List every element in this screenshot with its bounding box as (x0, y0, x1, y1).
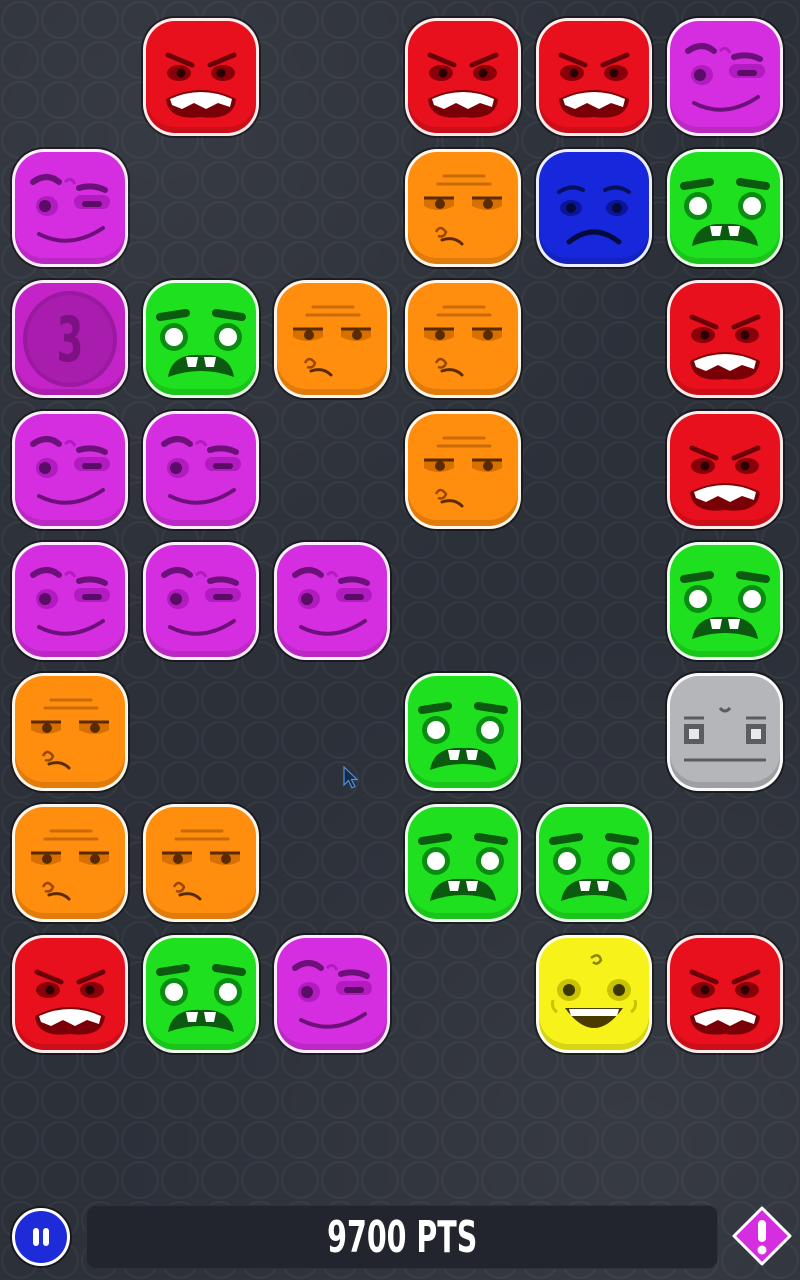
block-purple[interactable] (667, 18, 783, 136)
sad-face-icon (557, 185, 631, 245)
block-orange[interactable] (12, 673, 128, 791)
smirk-face-icon (30, 174, 110, 243)
bored-face-icon (424, 174, 502, 246)
scared-face-icon (680, 571, 770, 639)
bored-face-icon (162, 829, 240, 901)
scared-face-icon (418, 833, 508, 901)
block-green[interactable] (143, 280, 259, 398)
bored-face-icon (424, 305, 502, 377)
block-purple[interactable] (143, 411, 259, 529)
angry-face-icon (689, 314, 761, 380)
smirk-face-icon (161, 436, 241, 505)
scared-face-icon (680, 178, 770, 246)
angry-face-icon (165, 52, 237, 118)
bomb-countdown: 3 (56, 302, 84, 376)
scared-face-icon (418, 702, 508, 770)
block-green[interactable] (667, 149, 783, 267)
bored-face-icon (31, 829, 109, 901)
bored-face-icon (293, 305, 371, 377)
block-green[interactable] (143, 935, 259, 1053)
scared-face-icon (156, 309, 246, 377)
angry-face-icon (689, 969, 761, 1035)
block-purple[interactable] (12, 542, 128, 660)
scared-face-icon (156, 964, 246, 1032)
block-orange[interactable] (274, 280, 390, 398)
block-purple[interactable] (274, 935, 390, 1053)
block-orange[interactable] (143, 804, 259, 922)
angry-face-icon (34, 969, 106, 1035)
smirk-face-icon (30, 567, 110, 636)
block-purple[interactable] (143, 542, 259, 660)
block-purple[interactable] (12, 149, 128, 267)
block-red[interactable] (405, 18, 521, 136)
exclamation-icon (757, 1220, 767, 1255)
block-blue[interactable] (536, 149, 652, 267)
smirk-face-icon (161, 567, 241, 636)
block-bomb[interactable]: 3 (12, 280, 128, 398)
pause-icon (33, 1228, 49, 1246)
block-red[interactable] (667, 280, 783, 398)
bored-face-icon (31, 698, 109, 770)
block-red[interactable] (12, 935, 128, 1053)
block-green[interactable] (667, 542, 783, 660)
block-green[interactable] (405, 804, 521, 922)
stone-face-icon (684, 706, 766, 762)
block-yellow[interactable] (536, 935, 652, 1053)
block-gray[interactable] (667, 673, 783, 791)
game-board[interactable]: 3 (0, 0, 800, 1080)
angry-face-icon (427, 52, 499, 118)
scared-face-icon (549, 833, 639, 901)
alert-button[interactable] (732, 1206, 792, 1266)
block-red[interactable] (667, 935, 783, 1053)
block-orange[interactable] (405, 411, 521, 529)
smirk-face-icon (685, 43, 765, 112)
angry-face-icon (689, 445, 761, 511)
block-green[interactable] (405, 673, 521, 791)
pause-button[interactable] (12, 1208, 70, 1266)
block-red[interactable] (667, 411, 783, 529)
score-display: 9700 PTS (326, 1211, 478, 1263)
happy-face-icon (551, 954, 637, 1028)
block-green[interactable] (536, 804, 652, 922)
block-orange[interactable] (12, 804, 128, 922)
smirk-face-icon (292, 960, 372, 1029)
smirk-face-icon (30, 436, 110, 505)
block-orange[interactable] (405, 149, 521, 267)
block-purple[interactable] (12, 411, 128, 529)
score-panel: 9700 PTS (86, 1205, 718, 1269)
mouse-pointer-icon (343, 766, 359, 789)
block-red[interactable] (143, 18, 259, 136)
smirk-face-icon (292, 567, 372, 636)
angry-face-icon (558, 52, 630, 118)
bottom-hud: 9700 PTS (0, 1200, 800, 1280)
block-orange[interactable] (405, 280, 521, 398)
bored-face-icon (424, 436, 502, 508)
block-purple[interactable] (274, 542, 390, 660)
block-red[interactable] (536, 18, 652, 136)
